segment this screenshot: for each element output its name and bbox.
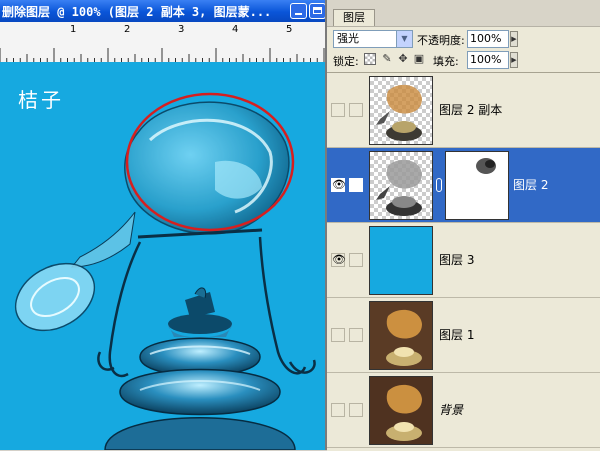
oil-lamp [104,287,296,450]
layer-name: 图层 2 [513,178,549,192]
layer-name: 背景 [439,403,464,417]
lock-transparency-icon[interactable] [364,53,376,65]
glass-artwork [14,92,316,450]
layer-link-toggle[interactable] [349,253,363,267]
layer-thumbnail [369,376,433,445]
opacity-input[interactable]: 100% [467,30,509,48]
eye-icon[interactable]: 👁 [331,253,346,267]
layer-thumbnail [369,226,433,295]
chevron-down-icon[interactable]: ▼ [396,31,412,47]
layer-thumbnail[interactable] [369,151,433,220]
chain-link-icon[interactable] [436,178,442,192]
mask-shape-icon [476,158,496,174]
layer-link-toggle[interactable] [349,328,363,342]
ruler-number: 1 [70,24,77,35]
layer-name: 图层 3 [439,253,475,267]
lock-pixels-brush-icon[interactable]: ✎ [381,53,393,65]
tab-layers[interactable]: 图层 [333,9,375,26]
ruler-number: 2 [124,24,131,35]
document-window: 删除图层 @ 100% (图层 2 副本 3, 图层蒙... 1 2 3 4 5 [0,0,325,450]
lock-position-move-icon[interactable]: ✥ [397,53,409,65]
image-canvas[interactable]: 桔子 [0,62,325,450]
photo-thumbnail-icon [370,302,432,369]
document-title: 删除图层 @ 100% (图层 2 副本 3, 图层蒙... [2,5,272,19]
layer-row[interactable]: 图层 2 副本 [327,73,600,148]
photo-thumbnail-icon [370,377,432,444]
ruler-number: 3 [178,24,185,35]
layer-mask-thumbnail[interactable] [445,151,509,220]
maximize-button[interactable] [309,3,325,19]
fill-label: 填充: [433,55,459,68]
minimize-button[interactable] [290,3,307,19]
eye-icon[interactable]: 👁 [331,178,346,192]
layer-list: 图层 2 副本 👁 图层 2 👁 图层 3 图层 1 背景 [327,72,600,451]
layer-link-toggle[interactable] [349,103,363,117]
fill-slider-arrow-icon[interactable]: ▶ [510,52,518,68]
layer-row[interactable]: 背景 [327,373,600,448]
layer-thumbnail [369,301,433,370]
ruler-number: 5 [286,24,293,35]
layer-row[interactable]: 图层 1 [327,298,600,373]
ruler-ticks [0,48,325,62]
lock-all-icon[interactable]: ▣ [413,53,425,65]
panel-tab-bar: 图层 [327,0,600,27]
horizontal-ruler: 1 2 3 4 5 [0,22,325,63]
opacity-label: 不透明度: [417,34,465,47]
layer-thumbnail [369,76,433,145]
layer-row[interactable]: 👁 图层 3 [327,223,600,298]
layers-panel: 图层 强光 ▼ 不透明度: 100% ▶ 锁定: ✎ ✥ ▣ 填充: 100% … [325,0,600,451]
document-title-bar[interactable]: 删除图层 @ 100% (图层 2 副本 3, 图层蒙... [0,0,325,22]
blend-mode-select[interactable]: 强光 ▼ [333,30,413,48]
visibility-toggle[interactable] [331,103,345,117]
layer-link-toggle[interactable] [349,403,363,417]
goblet-thumbnail-icon [376,84,422,141]
fill-input[interactable]: 100% [467,51,509,69]
visibility-toggle[interactable] [331,403,345,417]
visibility-toggle[interactable] [331,328,345,342]
opacity-slider-arrow-icon[interactable]: ▶ [510,31,518,47]
layer-name: 图层 1 [439,328,475,342]
lock-label: 锁定: [333,55,359,68]
goblet-thumbnail-icon [376,159,422,216]
ruler-number: 4 [232,24,239,35]
blend-mode-value: 强光 [337,32,359,45]
layer-row-selected[interactable]: 👁 图层 2 [327,148,600,223]
layer-name: 图层 2 副本 [439,103,503,117]
canvas-label-text: 桔子 [18,88,64,112]
layer-mask-link-icon[interactable] [349,178,363,192]
